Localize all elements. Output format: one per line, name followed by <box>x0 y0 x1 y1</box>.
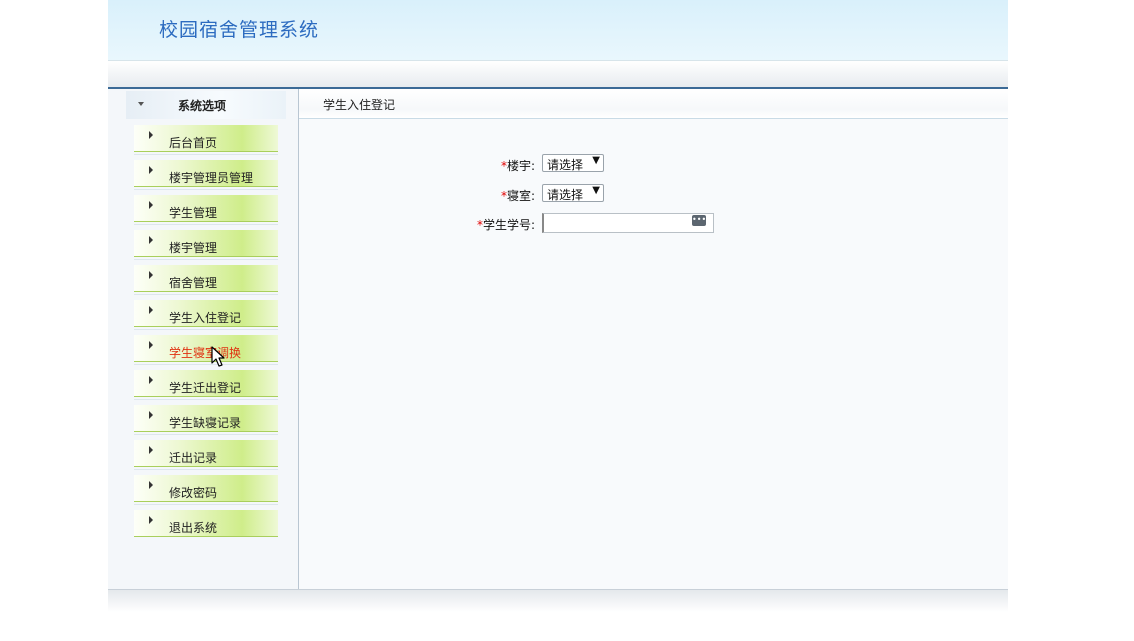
room-label-text: 寝室: <box>506 189 535 203</box>
divider <box>134 434 278 435</box>
divider <box>134 364 278 365</box>
menu-triangle-icon <box>149 376 153 384</box>
sidebar-item-label: 迁出记录 <box>169 451 218 465</box>
sidebar-item-label: 学生寝室调换 <box>169 346 242 360</box>
menu-triangle-icon <box>149 201 153 209</box>
menu-triangle-icon <box>149 306 153 314</box>
sidebar-item-label: 退出系统 <box>169 521 218 535</box>
menu-triangle-icon <box>149 446 153 454</box>
app-title: 校园宿舍管理系统 <box>159 19 320 41</box>
student-id-row: *学生学号: ••• <box>449 213 719 233</box>
building-label: *楼宇: <box>501 157 535 174</box>
building-select-value: 请选择 <box>547 158 584 172</box>
divider <box>134 504 278 505</box>
app-frame: 校园宿舍管理系统 系统选项 后台首页 楼宇管理员管理 学生管理 楼宇管理 宿舍管… <box>108 0 1008 641</box>
menu-triangle-icon <box>149 411 153 419</box>
page-title: 学生入住登记 <box>323 98 396 112</box>
dropdown-arrow-icon: ▼ <box>592 185 600 196</box>
building-select[interactable]: 请选择 ▼ <box>542 154 604 172</box>
sidebar-item-checkin[interactable]: 学生入住登记 <box>134 300 278 327</box>
dropdown-arrow-icon: ▼ <box>592 155 600 166</box>
sidebar-item-absence[interactable]: 学生缺寝记录 <box>134 405 278 432</box>
student-id-label-text: 学生学号: <box>482 218 535 232</box>
main-content: 学生入住登记 *楼宇: 请选择 ▼ *寝室: 请选择 ▼ *学生学号: ••• <box>299 89 1008 589</box>
student-id-label: *学生学号: <box>477 216 535 233</box>
toolbar-strip <box>108 61 1008 89</box>
mouse-cursor-icon <box>211 346 225 367</box>
menu-triangle-icon <box>149 271 153 279</box>
sidebar-item-label: 学生缺寝记录 <box>169 416 242 430</box>
sidebar-title: 系统选项 <box>178 99 227 113</box>
sidebar-item-label: 宿舍管理 <box>169 276 218 290</box>
sidebar-item-label: 学生入住登记 <box>169 311 242 325</box>
divider <box>134 154 278 155</box>
building-label-text: 楼宇: <box>506 159 535 173</box>
sidebar-item-label: 修改密码 <box>169 486 218 500</box>
menu-triangle-icon <box>149 481 153 489</box>
menu-triangle-icon <box>149 131 153 139</box>
sidebar-item-buildings[interactable]: 楼宇管理 <box>134 230 278 257</box>
room-select[interactable]: 请选择 ▼ <box>542 184 604 202</box>
menu-triangle-icon <box>149 236 153 244</box>
sidebar-header[interactable]: 系统选项 <box>126 91 286 119</box>
sidebar-item-checkout[interactable]: 学生迁出登记 <box>134 370 278 397</box>
content-header: 学生入住登记 <box>299 89 1008 119</box>
sidebar: 系统选项 后台首页 楼宇管理员管理 学生管理 楼宇管理 宿舍管理 学生入住登记 … <box>108 89 299 589</box>
lookup-icon[interactable]: ••• <box>692 215 706 226</box>
divider <box>134 224 278 225</box>
collapse-arrow-icon[interactable] <box>138 102 144 106</box>
divider <box>134 189 278 190</box>
menu-triangle-icon <box>149 341 153 349</box>
divider <box>134 294 278 295</box>
building-row: *楼宇: 请选择 ▼ <box>449 154 709 174</box>
sidebar-item-checkout-records[interactable]: 迁出记录 <box>134 440 278 467</box>
student-id-input[interactable] <box>542 213 714 233</box>
footer <box>108 589 1008 612</box>
menu-triangle-icon <box>149 516 153 524</box>
sidebar-item-building-admin[interactable]: 楼宇管理员管理 <box>134 160 278 187</box>
sidebar-item-students[interactable]: 学生管理 <box>134 195 278 222</box>
sidebar-item-label: 学生迁出登记 <box>169 381 242 395</box>
room-row: *寝室: 请选择 ▼ <box>449 184 709 204</box>
divider <box>134 329 278 330</box>
sidebar-item-change-password[interactable]: 修改密码 <box>134 475 278 502</box>
room-label: *寝室: <box>501 187 535 204</box>
sidebar-item-label: 后台首页 <box>169 136 218 150</box>
sidebar-item-logout[interactable]: 退出系统 <box>134 510 278 537</box>
menu-triangle-icon <box>149 166 153 174</box>
divider <box>134 469 278 470</box>
sidebar-item-room-swap[interactable]: 学生寝室调换 <box>134 335 278 362</box>
sidebar-item-dorms[interactable]: 宿舍管理 <box>134 265 278 292</box>
room-select-value: 请选择 <box>547 188 584 202</box>
header: 校园宿舍管理系统 <box>108 0 1008 61</box>
sidebar-item-label: 学生管理 <box>169 206 218 220</box>
divider <box>134 399 278 400</box>
sidebar-item-label: 楼宇管理员管理 <box>169 171 254 185</box>
sidebar-item-home[interactable]: 后台首页 <box>134 125 278 152</box>
divider <box>134 259 278 260</box>
sidebar-item-label: 楼宇管理 <box>169 241 218 255</box>
